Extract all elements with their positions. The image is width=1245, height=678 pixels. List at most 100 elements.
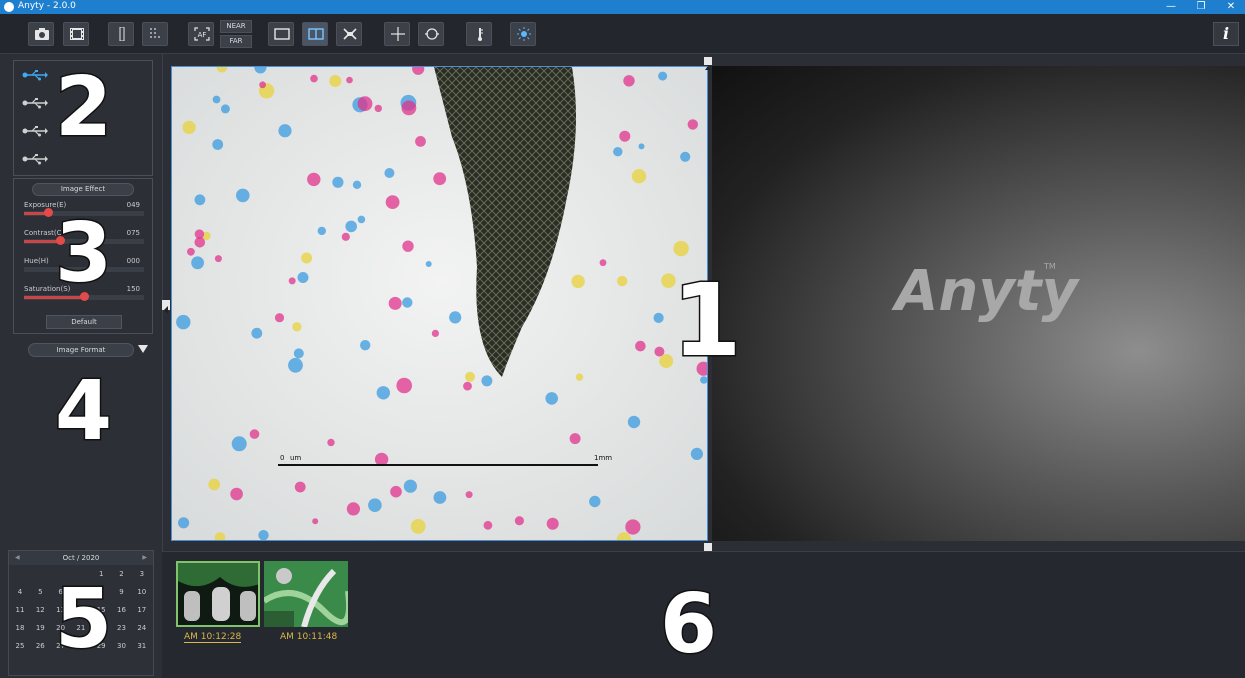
close-button[interactable]: ✕ [1218,0,1244,14]
live-view-main[interactable]: 0 um 1mm [171,66,708,541]
video-button[interactable] [63,22,89,46]
calendar-day[interactable]: 16 [113,603,131,618]
camera-button[interactable] [28,22,54,46]
color-speck [465,491,473,499]
calendar-day[interactable]: 2 [113,567,131,582]
thumbnail-1[interactable] [176,561,260,627]
color-speck [638,143,645,150]
focus-far-button[interactable]: FAR [220,35,252,48]
minimize-button[interactable]: — [1158,0,1184,14]
split-view-button[interactable] [302,22,328,46]
arrow-up-icon [705,66,711,70]
usb-device-4-icon[interactable] [22,153,48,165]
microscope-image: 0 um 1mm [172,67,707,540]
calendar-day[interactable]: 26 [31,639,49,654]
calendar-day[interactable]: 25 [11,639,29,654]
live-view-secondary[interactable]: Anyty TM [712,66,1245,541]
usb-device-2-icon[interactable] [22,97,48,109]
slider-handle[interactable] [44,208,53,217]
thumbnail-1-time: AM 10:12:28 [184,632,242,643]
color-speck [208,478,221,491]
grid-button[interactable] [142,22,168,46]
slider-value: 150 [126,285,140,293]
color-speck [680,151,691,162]
color-speck [278,124,292,138]
color-speck [258,530,269,540]
toolbar: AF NEAR FAR i [0,14,1245,54]
calendar-day[interactable]: 17 [133,603,151,618]
calendar-day[interactable]: 31 [133,639,151,654]
calendar-day[interactable]: 4 [11,585,29,600]
color-speck [297,272,309,283]
image-format-button[interactable]: Image Format [28,343,134,357]
led-light-button[interactable] [510,22,536,46]
color-speck [346,76,353,84]
color-speck [357,96,373,112]
grid-icon [150,28,160,38]
color-speck [230,487,243,501]
calibration-button[interactable] [466,22,492,46]
color-speck [191,256,204,270]
next-month-icon[interactable]: ▶ [142,551,147,565]
color-speck [329,75,342,87]
single-view-button[interactable] [268,22,294,46]
calendar-day[interactable]: 3 [133,567,151,582]
calendar-day[interactable]: 9 [113,585,131,600]
color-speck [631,169,647,184]
thermometer-icon [478,28,483,41]
restore-button[interactable]: ❐ [1188,0,1214,14]
calendar-day[interactable]: 11 [11,603,29,618]
fullscreen-button[interactable] [336,22,362,46]
autofocus-button[interactable]: AF [188,22,214,46]
image-effect-button[interactable]: Image Effect [32,183,134,196]
usb-device-3-icon[interactable] [22,125,48,137]
color-speck [545,392,558,405]
color-speck [514,516,524,526]
color-speck [658,71,668,81]
rotate-button[interactable] [418,22,444,46]
calendar-day[interactable]: 30 [113,639,131,654]
scale-start: 0 [280,454,284,462]
prev-month-icon[interactable]: ◀ [15,551,20,565]
collapse-top-button[interactable] [704,57,712,70]
color-speck [449,311,462,324]
calendar-day[interactable]: 24 [133,621,151,636]
color-speck [360,340,371,351]
color-speck [357,215,366,224]
info-icon: i [1222,24,1230,43]
format-dropdown-icon[interactable] [138,345,148,353]
rotate-icon [425,28,439,40]
color-speck [251,327,263,339]
calendar-day[interactable]: 18 [11,621,29,636]
window-title: Anyty - 2.0.0 [18,1,76,11]
calendar-day[interactable]: 12 [31,603,49,618]
usb-device-1-icon[interactable] [22,69,48,81]
color-speck [294,481,306,493]
thumbnail-2[interactable] [264,561,348,627]
color-speck [599,259,607,267]
collapse-bottom-button[interactable] [704,543,712,556]
color-speck [402,297,413,308]
color-speck [231,436,247,452]
color-speck [288,357,303,373]
slider-label: Hue(H) [24,257,49,265]
color-speck [483,520,493,530]
calendar-day[interactable]: 5 [31,585,49,600]
color-speck [546,517,559,530]
sun-icon [517,27,531,41]
color-speck [433,491,447,504]
slider-value: 075 [126,229,140,237]
default-button[interactable]: Default [46,315,122,329]
focus-near-button[interactable]: NEAR [220,20,252,33]
color-speck [410,519,426,534]
crosshair-icon [391,27,405,41]
measure-ruler-button[interactable] [108,22,134,46]
crosshair-button[interactable] [384,22,410,46]
color-speck [249,429,260,439]
info-button[interactable]: i [1213,22,1239,46]
calendar-day[interactable]: 23 [113,621,131,636]
collapse-left-button[interactable] [162,300,170,314]
calendar-day[interactable]: 19 [31,621,49,636]
color-speck [673,240,689,257]
calendar-day[interactable]: 10 [133,585,151,600]
